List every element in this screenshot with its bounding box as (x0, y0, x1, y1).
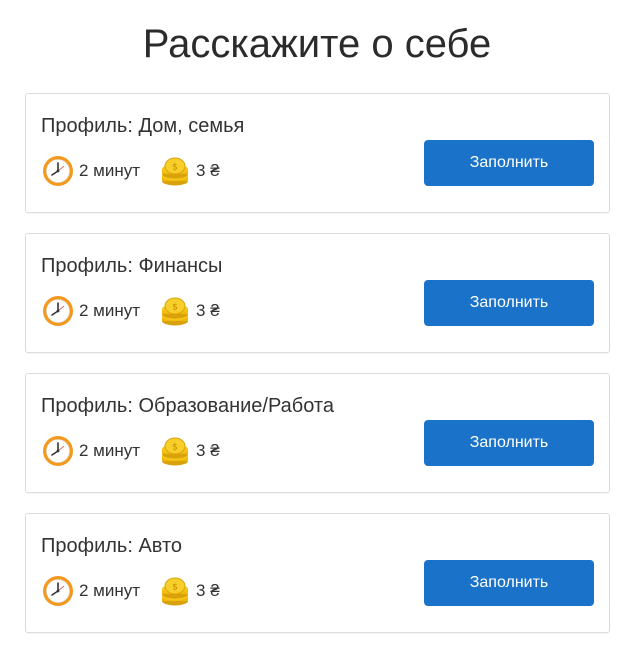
svg-text:$: $ (172, 163, 178, 173)
card-meta: 2 минут $ 3 ₴ (41, 434, 220, 468)
survey-card-list: Профиль: Дом, семья 2 минут $ 3 ₴ Заполн… (25, 93, 610, 653)
reward-text: 3 ₴ (196, 441, 220, 460)
fill-button[interactable]: Заполнить (424, 560, 594, 606)
duration: 2 минут (41, 574, 140, 608)
reward: $ 3 ₴ (158, 294, 220, 328)
clock-icon (41, 294, 75, 328)
clock-icon (41, 574, 75, 608)
survey-card: Профиль: Финансы 2 минут $ 3 ₴ Заполнить (25, 233, 610, 353)
coins-icon: $ (158, 154, 192, 188)
card-meta: 2 минут $ 3 ₴ (41, 574, 220, 608)
duration-text: 2 минут (79, 161, 141, 180)
svg-text:$: $ (172, 583, 178, 593)
svg-text:$: $ (172, 443, 178, 453)
card-title: Профиль: Образование/Работа (41, 395, 334, 417)
card-meta: 2 минут $ 3 ₴ (41, 294, 220, 328)
clock-icon (41, 434, 75, 468)
survey-card: Профиль: Авто 2 минут $ 3 ₴ Заполнить (25, 513, 610, 633)
reward: $ 3 ₴ (158, 154, 220, 188)
duration: 2 минут (41, 154, 140, 188)
reward-text: 3 ₴ (196, 161, 220, 180)
coins-icon: $ (158, 434, 192, 468)
clock-icon (41, 154, 75, 188)
survey-card: Профиль: Дом, семья 2 минут $ 3 ₴ Заполн… (25, 93, 610, 213)
duration-text: 2 минут (79, 581, 141, 600)
card-title: Профиль: Авто (41, 535, 183, 557)
duration: 2 минут (41, 294, 140, 328)
card-title: Профиль: Дом, семья (41, 115, 245, 137)
page-title: Расскажите о себе (142, 22, 492, 66)
fill-button[interactable]: Заполнить (424, 280, 594, 326)
duration: 2 минут (41, 434, 140, 468)
fill-button[interactable]: Заполнить (424, 140, 594, 186)
reward: $ 3 ₴ (158, 434, 220, 468)
card-title: Профиль: Финансы (41, 255, 223, 277)
duration-text: 2 минут (79, 301, 141, 320)
coins-icon: $ (158, 574, 192, 608)
svg-text:$: $ (172, 303, 178, 313)
coins-icon: $ (158, 294, 192, 328)
fill-button[interactable]: Заполнить (424, 420, 594, 466)
reward-text: 3 ₴ (196, 581, 220, 600)
reward-text: 3 ₴ (196, 301, 220, 320)
survey-card: Профиль: Образование/Работа 2 минут $ 3 … (25, 373, 610, 493)
duration-text: 2 минут (79, 441, 141, 460)
card-meta: 2 минут $ 3 ₴ (41, 154, 220, 188)
reward: $ 3 ₴ (158, 574, 220, 608)
